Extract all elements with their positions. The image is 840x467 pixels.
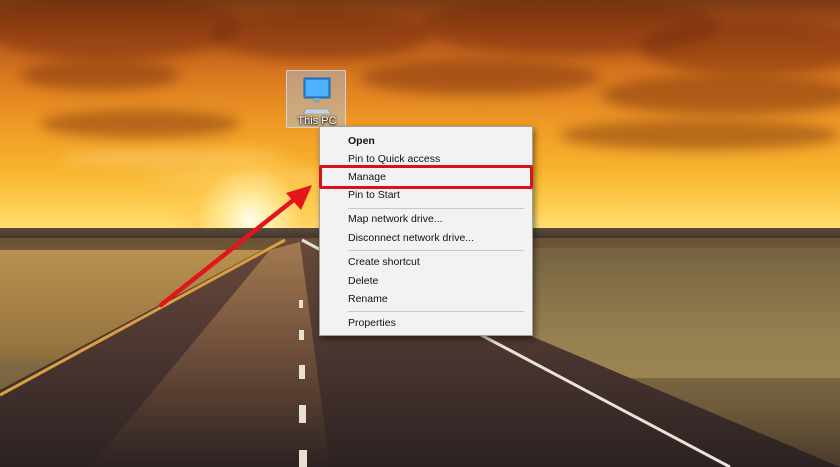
red-arrow-icon — [158, 185, 312, 308]
